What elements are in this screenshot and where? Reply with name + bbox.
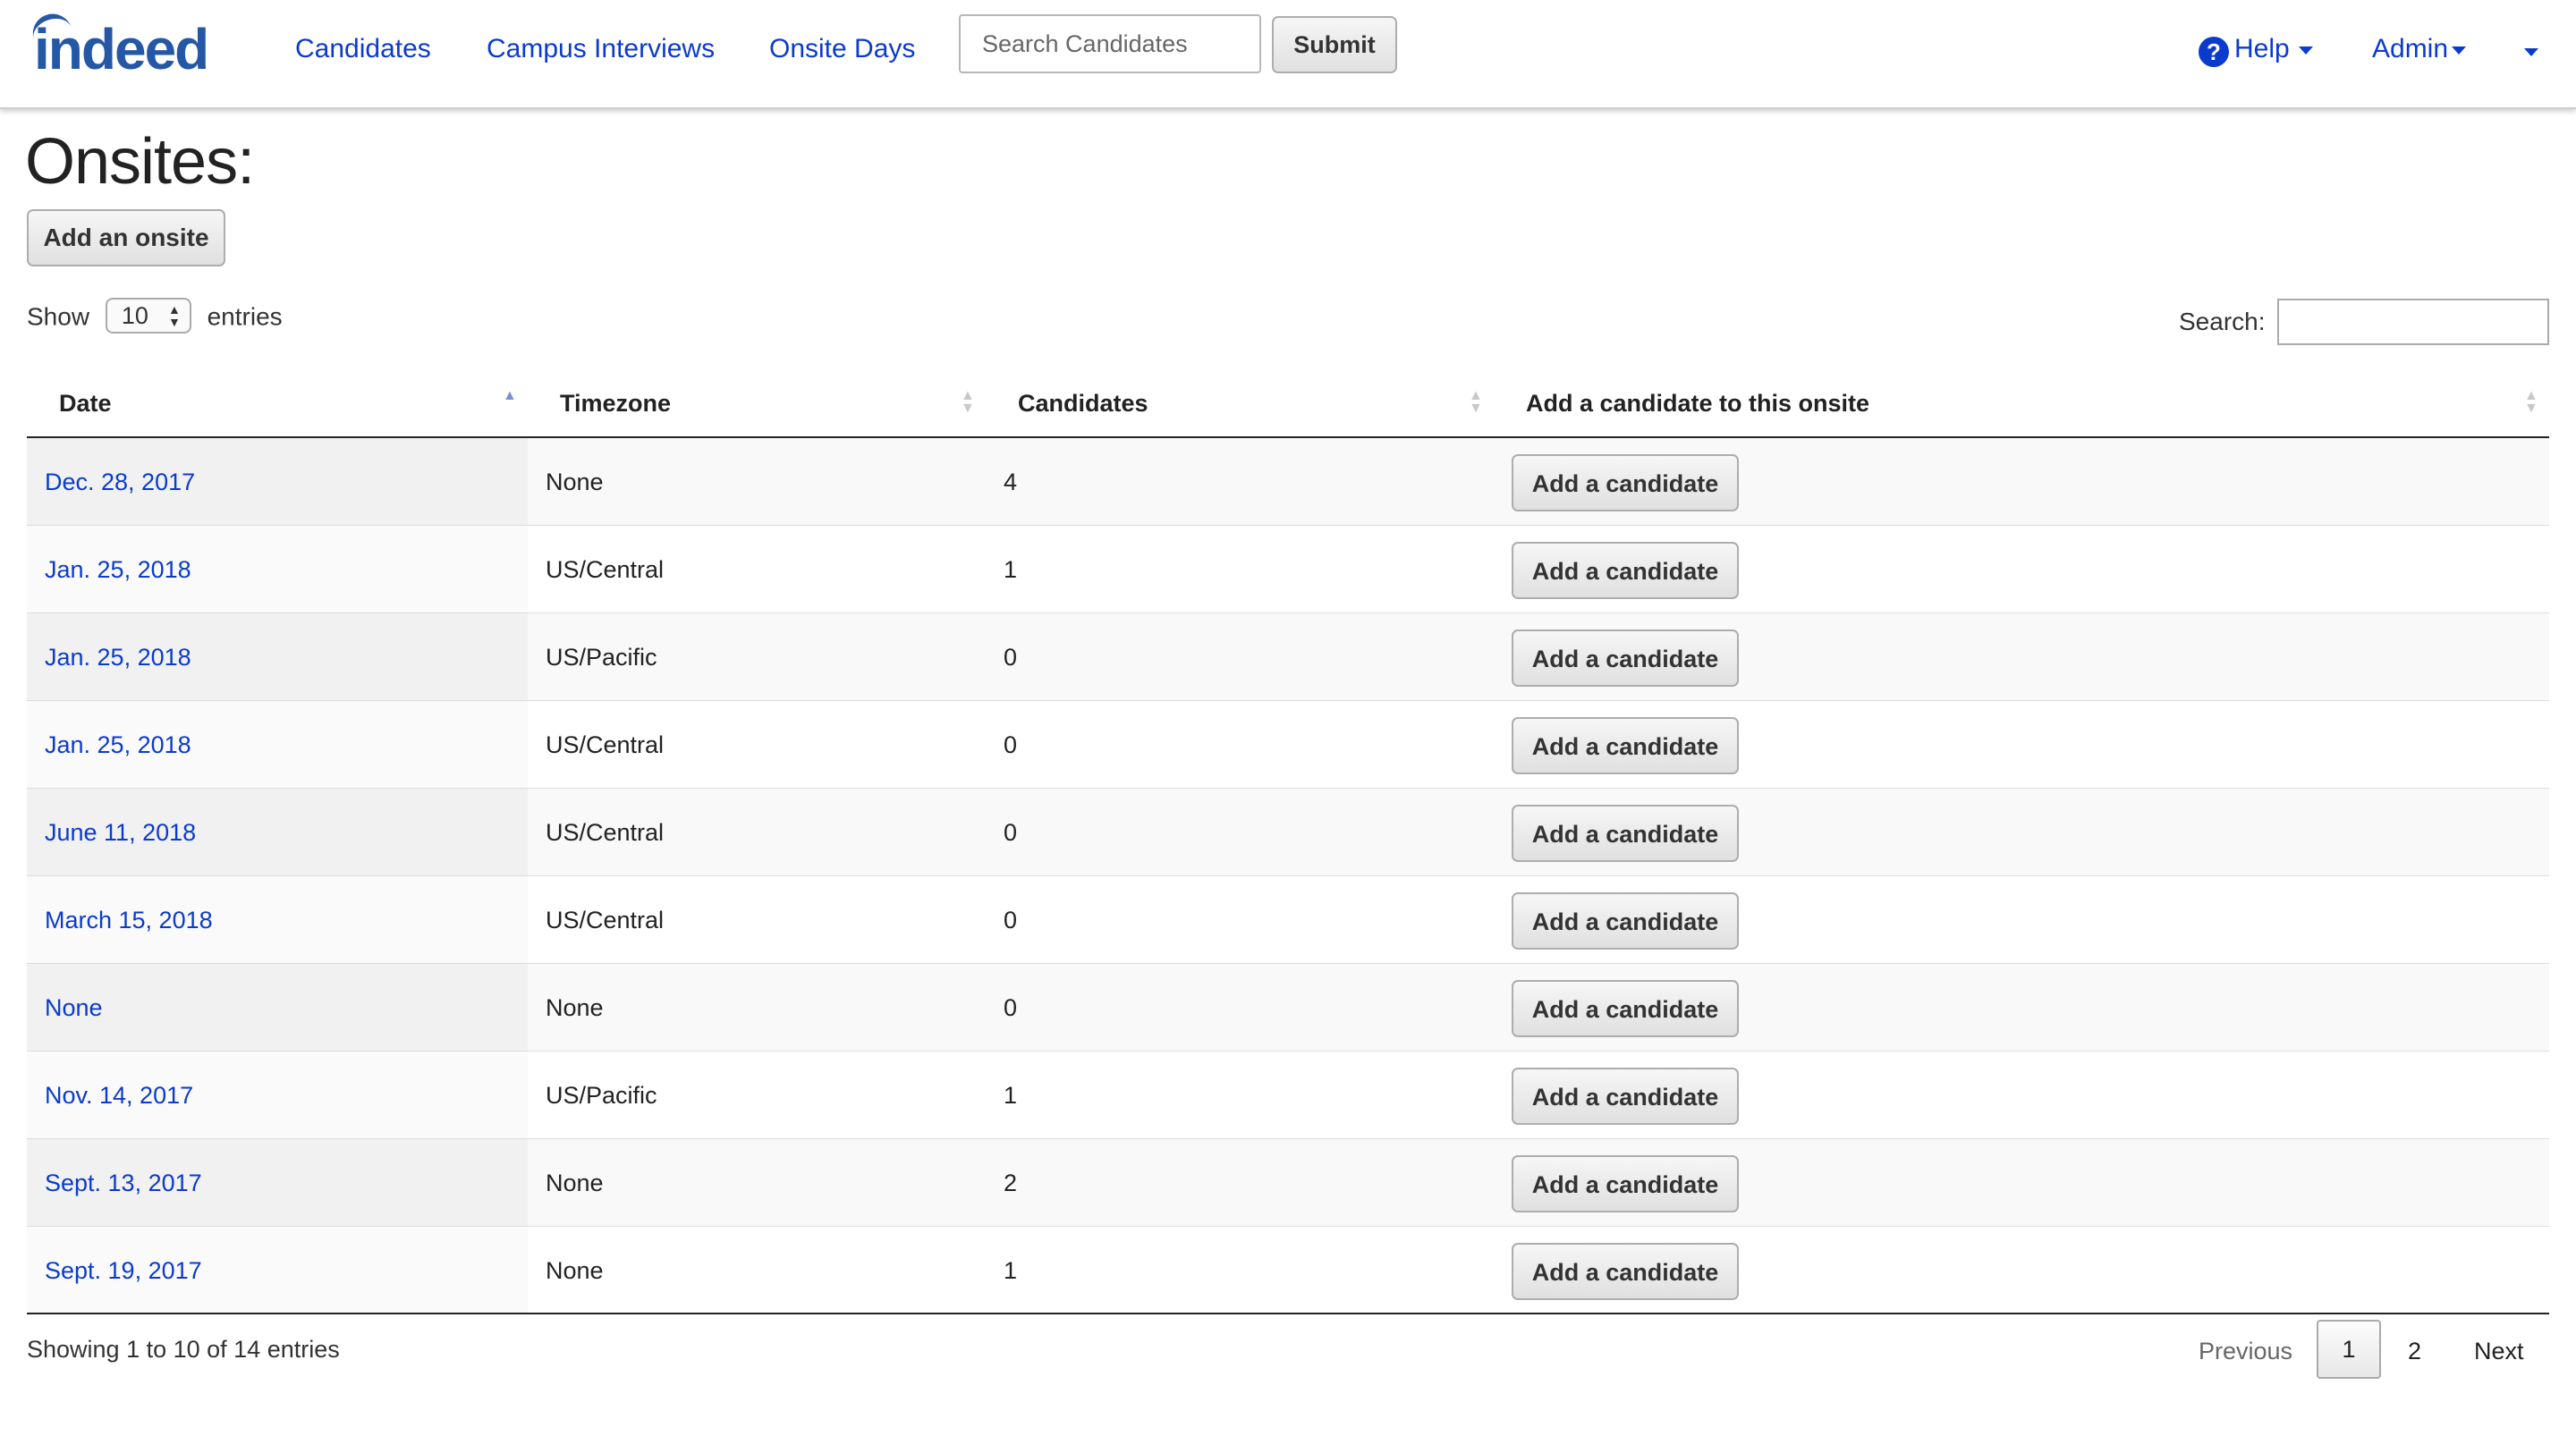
timezone-cell: None xyxy=(546,469,604,495)
user-menu-chevron-icon[interactable] xyxy=(2524,48,2538,56)
onsite-date-link[interactable]: Dec. 28, 2017 xyxy=(45,438,195,526)
pagination-page-1[interactable]: 1 xyxy=(2317,1320,2381,1379)
add-candidate-button[interactable]: Add a candidate xyxy=(1512,805,1739,862)
sort-ascending-icon: ▲ xyxy=(503,388,517,403)
onsite-date-link[interactable]: June 11, 2018 xyxy=(45,789,196,876)
select-arrows-icon: ▲ ▼ xyxy=(167,302,181,329)
table-row: Dec. 28, 2017 None 4 Add a candidate xyxy=(27,438,2549,526)
add-candidate-button[interactable]: Add a candidate xyxy=(1512,1155,1739,1212)
column-header-date[interactable]: Date xyxy=(59,390,112,418)
add-onsite-button[interactable]: Add an onsite xyxy=(27,209,225,266)
table-row: March 15, 2018 US/Central 0 Add a candidate xyxy=(27,876,2549,964)
candidates-count-cell: 0 xyxy=(1004,819,1018,846)
add-candidate-button[interactable]: Add a candidate xyxy=(1512,1243,1739,1300)
sort-both-icon: ▲ ▼ xyxy=(2524,388,2538,416)
candidates-count-cell: 0 xyxy=(1004,644,1018,671)
page-length-value: 10 xyxy=(121,302,148,329)
column-header-timezone[interactable]: Timezone xyxy=(560,390,671,418)
timezone-cell: None xyxy=(546,994,604,1021)
onsite-date-link[interactable]: Nov. 14, 2017 xyxy=(45,1052,193,1139)
timezone-cell: US/Pacific xyxy=(546,644,657,671)
search-candidates-input[interactable] xyxy=(959,14,1261,73)
pagination-next[interactable]: Next xyxy=(2474,1338,2524,1365)
page-length-select[interactable]: 10 ▲ ▼ xyxy=(105,298,191,334)
help-dropdown[interactable]: ? Help xyxy=(2199,34,2313,67)
admin-label: Admin xyxy=(2372,34,2449,63)
pagination-previous[interactable]: Previous xyxy=(2199,1338,2292,1365)
add-candidate-button[interactable]: Add a candidate xyxy=(1512,454,1739,511)
timezone-cell: US/Pacific xyxy=(546,1082,657,1109)
admin-dropdown[interactable]: Admin xyxy=(2372,34,2467,64)
add-candidate-button[interactable]: Add a candidate xyxy=(1512,717,1739,774)
nav-candidates-link[interactable]: Candidates xyxy=(295,34,431,64)
timezone-cell: None xyxy=(546,1170,604,1196)
timezone-cell: None xyxy=(546,1257,604,1284)
table-info: Showing 1 to 10 of 14 entries xyxy=(27,1336,340,1363)
timezone-cell: US/Central xyxy=(546,556,665,583)
candidates-count-cell: 0 xyxy=(1004,907,1018,933)
onsite-date-link[interactable]: Sept. 19, 2017 xyxy=(45,1227,202,1314)
onsite-date-link[interactable]: Jan. 25, 2018 xyxy=(45,701,191,789)
add-candidate-button[interactable]: Add a candidate xyxy=(1512,629,1739,687)
add-candidate-button[interactable]: Add a candidate xyxy=(1512,980,1739,1037)
timezone-cell: US/Central xyxy=(546,731,665,758)
submit-button[interactable]: Submit xyxy=(1272,16,1397,73)
nav-onsite-days-link[interactable]: Onsite Days xyxy=(769,34,915,64)
table-row: Jan. 25, 2018 US/Central 1 Add a candidate xyxy=(27,526,2549,613)
column-header-add-candidate[interactable]: Add a candidate to this onsite xyxy=(1526,390,1869,418)
question-circle-icon: ? xyxy=(2199,37,2229,67)
table-row: Jan. 25, 2018 US/Pacific 0 Add a candidate xyxy=(27,613,2549,701)
onsite-date-link[interactable]: March 15, 2018 xyxy=(45,876,213,964)
table-row: Nov. 14, 2017 US/Pacific 1 Add a candidate xyxy=(27,1052,2549,1139)
timezone-cell: US/Central xyxy=(546,907,665,933)
add-candidate-button[interactable]: Add a candidate xyxy=(1512,892,1739,950)
table-row: June 11, 2018 US/Central 0 Add a candidate xyxy=(27,789,2549,876)
table-row: None None 0 Add a candidate xyxy=(27,964,2549,1052)
candidates-count-cell: 1 xyxy=(1004,1257,1018,1284)
sort-both-icon: ▲ ▼ xyxy=(1469,388,1483,416)
timezone-cell: US/Central xyxy=(546,819,665,846)
add-candidate-button[interactable]: Add a candidate xyxy=(1512,542,1739,599)
chevron-down-icon xyxy=(2452,46,2467,55)
page-title: Onsites: xyxy=(25,126,255,198)
candidates-count-cell: 0 xyxy=(1004,731,1018,758)
onsite-date-link[interactable]: None xyxy=(45,964,103,1052)
candidates-count-cell: 2 xyxy=(1004,1170,1018,1196)
table-row: Sept. 19, 2017 None 1 Add a candidate xyxy=(27,1227,2549,1314)
table-row: Sept. 13, 2017 None 2 Add a candidate xyxy=(27,1139,2549,1227)
entries-label: entries xyxy=(207,302,283,331)
show-entries-control: Show 10 ▲ ▼ entries xyxy=(27,298,283,336)
table-search-label: Search: xyxy=(2179,308,2266,335)
candidates-count-cell: 0 xyxy=(1004,994,1018,1021)
sort-both-icon: ▲ ▼ xyxy=(961,388,975,416)
top-navbar: indeed Candidates Campus Interviews Onsi… xyxy=(0,0,2576,109)
help-label: Help xyxy=(2234,34,2290,63)
onsite-date-link[interactable]: Jan. 25, 2018 xyxy=(45,613,191,701)
table-search-input[interactable] xyxy=(2277,299,2549,345)
show-label: Show xyxy=(27,302,90,331)
nav-campus-interviews-link[interactable]: Campus Interviews xyxy=(487,34,715,64)
pagination-page-2[interactable]: 2 xyxy=(2408,1338,2421,1365)
candidates-count-cell: 4 xyxy=(1004,469,1018,495)
onsite-date-link[interactable]: Jan. 25, 2018 xyxy=(45,526,191,613)
add-candidate-button[interactable]: Add a candidate xyxy=(1512,1068,1739,1125)
candidates-count-cell: 1 xyxy=(1004,556,1018,583)
chevron-down-icon xyxy=(2298,46,2313,55)
candidates-count-cell: 1 xyxy=(1004,1082,1018,1109)
logo-text: indeed xyxy=(34,17,209,81)
table-footer-border xyxy=(27,1313,2549,1314)
onsite-date-link[interactable]: Sept. 13, 2017 xyxy=(45,1139,202,1227)
column-header-candidates[interactable]: Candidates xyxy=(1018,390,1148,418)
table-row: Jan. 25, 2018 US/Central 0 Add a candidate xyxy=(27,701,2549,789)
